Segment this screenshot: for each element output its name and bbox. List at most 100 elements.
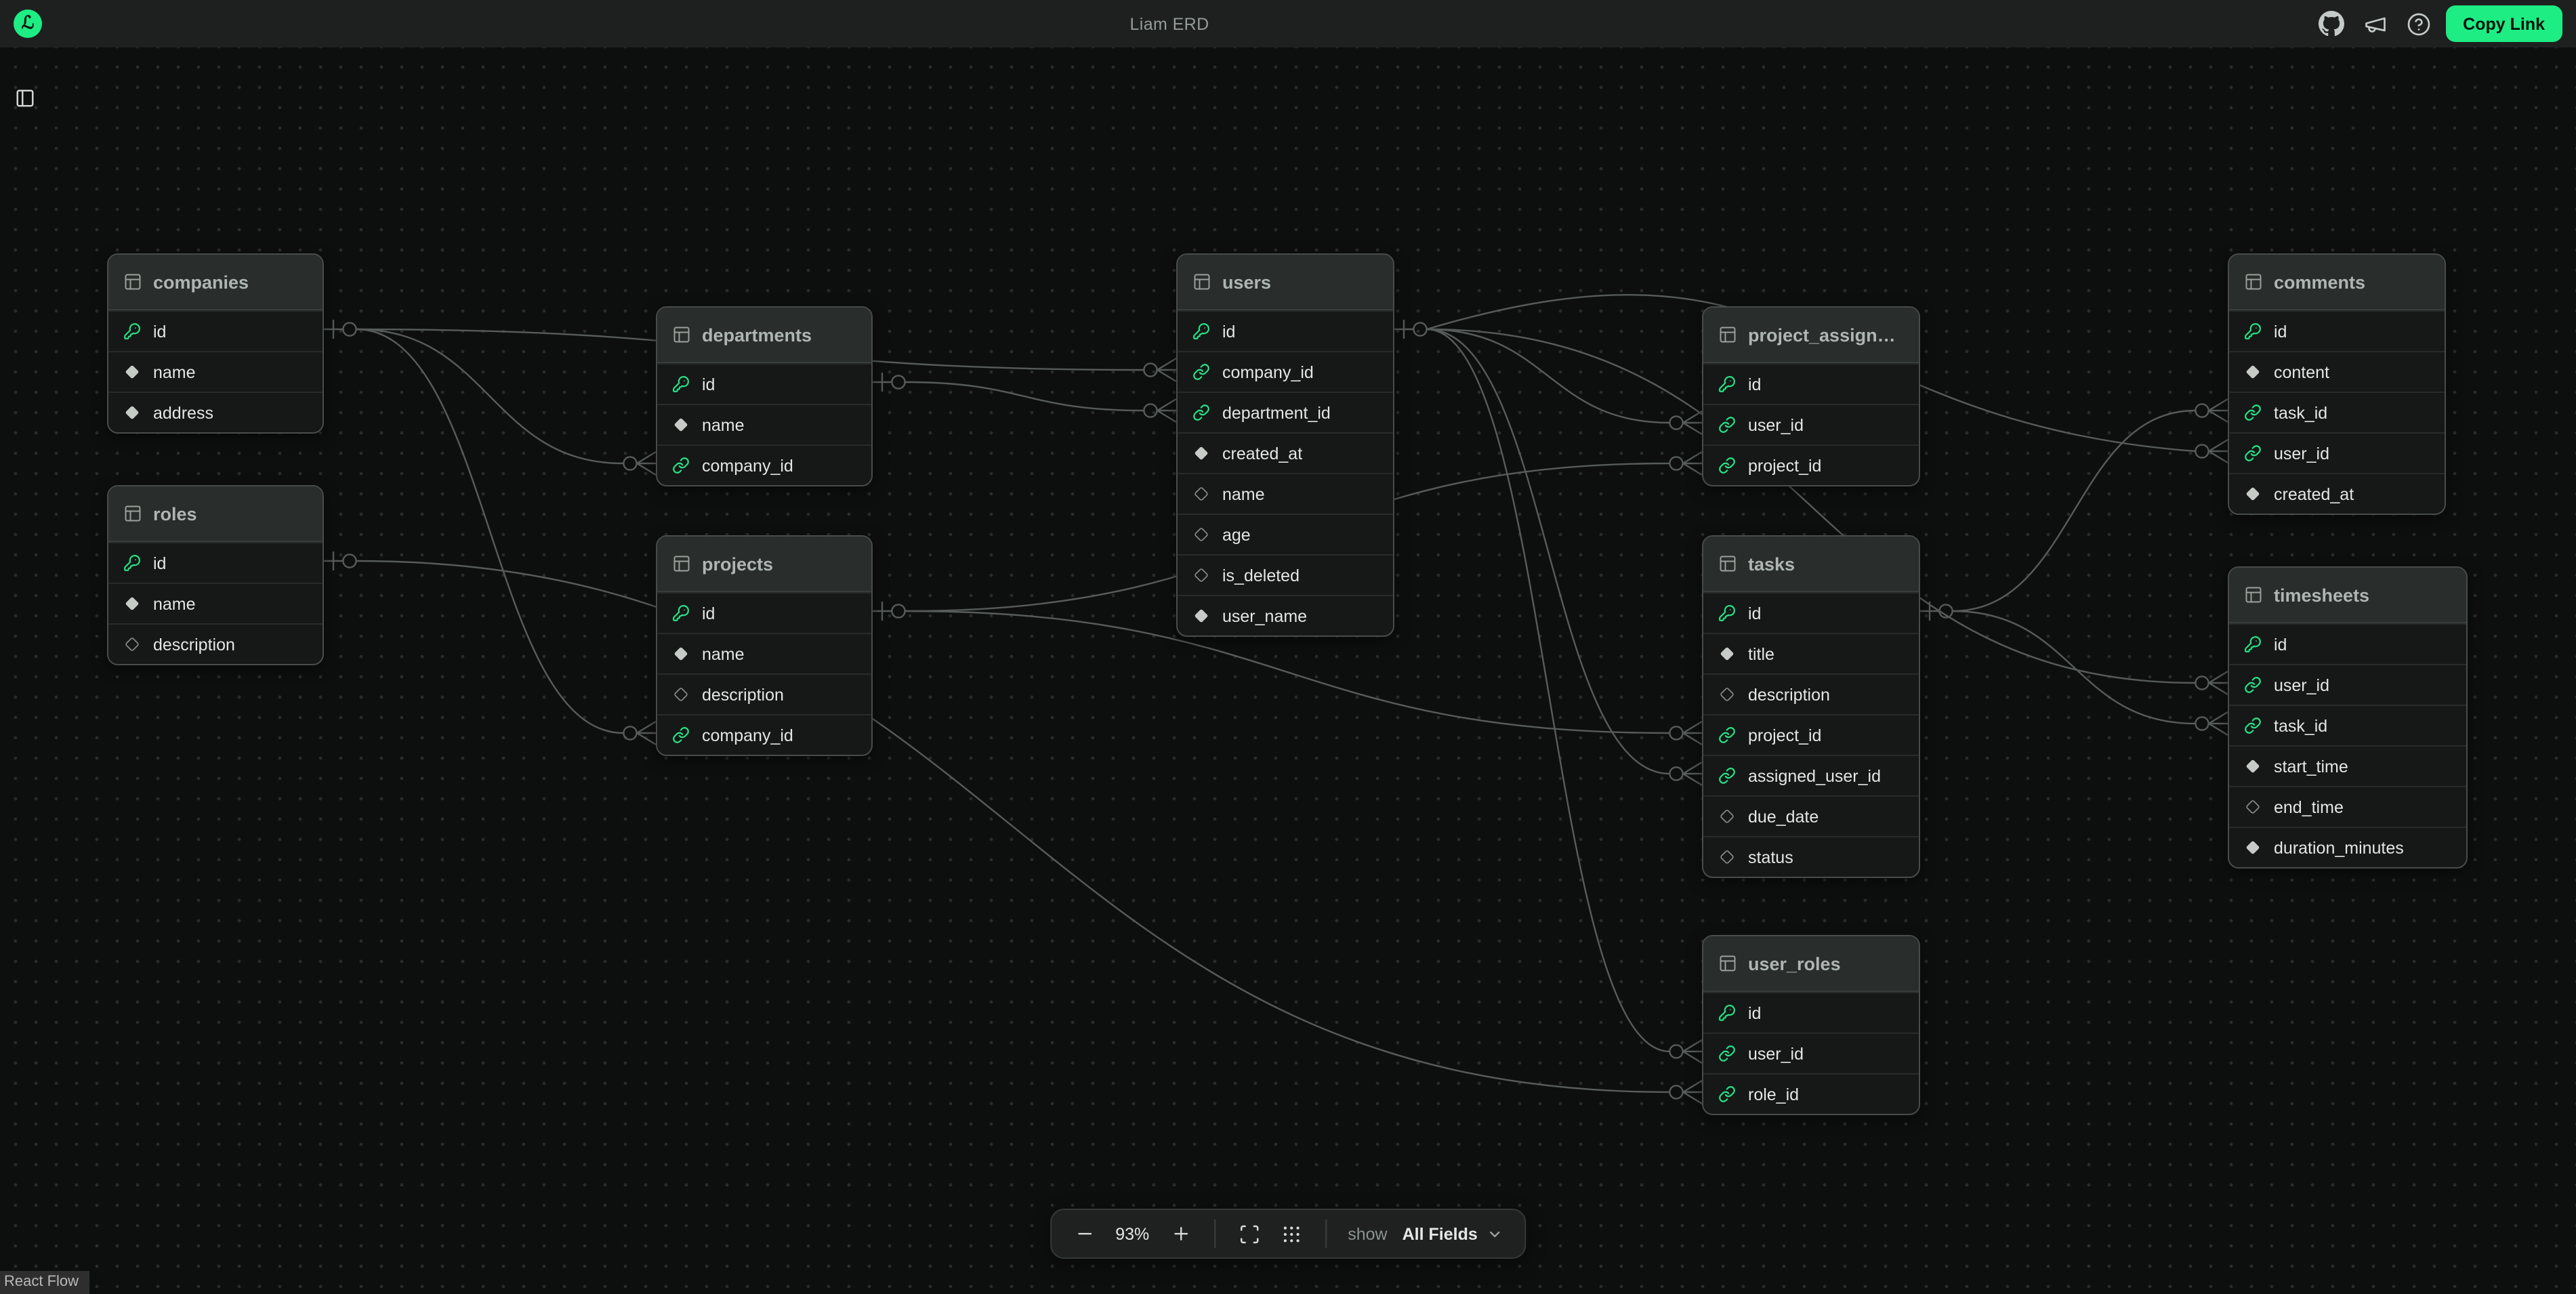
table-icon (672, 325, 691, 344)
field-row-comments-id[interactable]: id (2229, 310, 2445, 351)
field-row-tasks-due_date[interactable]: due_date (1703, 795, 1919, 836)
field-name: user_id (1748, 1044, 1804, 1063)
field-name: id (2274, 635, 2287, 654)
tidy-up-button[interactable] (1276, 1219, 1306, 1249)
primary-key-icon (1718, 1004, 1736, 1022)
field-row-projects-company_id[interactable]: company_id (657, 714, 871, 755)
edge-companies-to-projects-company_id[interactable] (356, 329, 623, 733)
field-name: title (1748, 644, 1774, 663)
field-row-user_roles-role_id[interactable]: role_id (1703, 1073, 1919, 1114)
table-header-user_roles[interactable]: user_roles (1703, 936, 1919, 992)
table-node-users[interactable]: users id company_id department_id create… (1176, 253, 1394, 637)
field-row-companies-name[interactable]: name (108, 351, 323, 392)
field-row-tasks-project_id[interactable]: project_id (1703, 714, 1919, 755)
edge-tasks-to-timesheets-task_id[interactable] (1953, 611, 2195, 724)
table-name: roles (153, 503, 197, 524)
table-node-project_assignments[interactable]: project_assignments id user_id project_i… (1702, 306, 1920, 486)
field-row-comments-user_id[interactable]: user_id (2229, 432, 2445, 473)
field-row-timesheets-task_id[interactable]: task_id (2229, 705, 2466, 745)
field-row-projects-name[interactable]: name (657, 633, 871, 673)
table-node-departments[interactable]: departments id name company_id (656, 306, 873, 486)
field-row-tasks-title[interactable]: title (1703, 633, 1919, 673)
sidebar-toggle-button[interactable] (12, 85, 38, 115)
table-node-timesheets[interactable]: timesheets id user_id task_id start_time… (2228, 566, 2468, 869)
field-row-roles-description[interactable]: description (108, 623, 323, 664)
one-cardinality-marker (324, 551, 356, 570)
field-row-tasks-status[interactable]: status (1703, 836, 1919, 877)
zoom-in-button[interactable] (1166, 1219, 1194, 1248)
announcements-button[interactable] (2359, 7, 2391, 40)
field-row-project_assignments-user_id[interactable]: user_id (1703, 404, 1919, 444)
field-row-users-company_id[interactable]: company_id (1178, 351, 1393, 392)
field-row-projects-id[interactable]: id (657, 592, 871, 633)
table-header-projects[interactable]: projects (657, 537, 871, 592)
table-node-user_roles[interactable]: user_roles id user_id role_id (1702, 935, 1920, 1115)
field-row-users-name[interactable]: name (1178, 473, 1393, 514)
field-row-timesheets-user_id[interactable]: user_id (2229, 664, 2466, 705)
reactflow-attribution[interactable]: React Flow (0, 1271, 89, 1294)
field-row-users-created_at[interactable]: created_at (1178, 432, 1393, 473)
field-row-departments-company_id[interactable]: company_id (657, 444, 871, 485)
field-row-users-id[interactable]: id (1178, 310, 1393, 351)
table-header-project_assignments[interactable]: project_assignments (1703, 308, 1919, 363)
field-row-user_roles-id[interactable]: id (1703, 992, 1919, 1032)
field-row-users-user_name[interactable]: user_name (1178, 595, 1393, 635)
field-row-roles-id[interactable]: id (108, 542, 323, 583)
field-name: name (153, 362, 196, 381)
table-node-companies[interactable]: companies id name address (107, 253, 324, 434)
liam-logo-icon[interactable]: ℒ (14, 9, 42, 38)
table-header-comments[interactable]: comments (2229, 255, 2445, 310)
field-row-departments-name[interactable]: name (657, 404, 871, 444)
fit-view-button[interactable] (1234, 1219, 1264, 1249)
field-row-timesheets-end_time[interactable]: end_time (2229, 786, 2466, 827)
field-row-users-is_deleted[interactable]: is_deleted (1178, 554, 1393, 595)
field-row-roles-name[interactable]: name (108, 583, 323, 623)
table-header-roles[interactable]: roles (108, 486, 323, 542)
field-row-projects-description[interactable]: description (657, 673, 871, 714)
field-row-tasks-description[interactable]: description (1703, 673, 1919, 714)
field-row-user_roles-user_id[interactable]: user_id (1703, 1032, 1919, 1073)
field-row-comments-content[interactable]: content (2229, 351, 2445, 392)
zoom-out-icon (1074, 1224, 1094, 1244)
field-row-companies-id[interactable]: id (108, 310, 323, 351)
table-node-projects[interactable]: projects id name description company_id (656, 535, 873, 756)
table-node-roles[interactable]: roles id name description (107, 485, 324, 665)
edge-users-to-user_roles-user_id[interactable] (1427, 329, 1669, 1051)
field-row-companies-address[interactable]: address (108, 392, 323, 432)
edge-users-to-tasks-assigned_user_id[interactable] (1427, 329, 1669, 774)
field-row-project_assignments-project_id[interactable]: project_id (1703, 444, 1919, 485)
field-row-project_assignments-id[interactable]: id (1703, 363, 1919, 404)
erd-canvas[interactable]: companies id name address roles id name … (0, 47, 2576, 1294)
table-header-users[interactable]: users (1178, 255, 1393, 310)
field-name: id (1748, 604, 1761, 623)
not-null-diamond-icon (2244, 485, 2262, 503)
field-row-tasks-id[interactable]: id (1703, 592, 1919, 633)
field-row-timesheets-id[interactable]: id (2229, 623, 2466, 664)
zoom-out-button[interactable] (1070, 1219, 1098, 1248)
field-row-timesheets-duration_minutes[interactable]: duration_minutes (2229, 827, 2466, 867)
field-row-users-age[interactable]: age (1178, 514, 1393, 554)
table-node-tasks[interactable]: tasks id title description project_id as… (1702, 535, 1920, 878)
edge-roles-to-user_roles-role_id[interactable] (356, 561, 1669, 1092)
field-filter-dropdown[interactable]: All Fields (1400, 1220, 1506, 1247)
table-header-departments[interactable]: departments (657, 308, 871, 363)
edge-departments-to-users-department_id[interactable] (905, 382, 1144, 411)
copy-link-button[interactable]: Copy Link (2445, 5, 2562, 42)
edge-tasks-to-comments-task_id[interactable] (1953, 411, 2195, 611)
field-row-timesheets-start_time[interactable]: start_time (2229, 745, 2466, 786)
help-button[interactable] (2402, 7, 2434, 40)
field-name: id (702, 375, 715, 394)
edge-companies-to-departments-company_id[interactable] (356, 329, 623, 463)
table-header-timesheets[interactable]: timesheets (2229, 568, 2466, 623)
table-header-tasks[interactable]: tasks (1703, 537, 1919, 592)
field-row-comments-task_id[interactable]: task_id (2229, 392, 2445, 432)
not-null-diamond-icon (1718, 645, 1736, 663)
github-button[interactable] (2314, 7, 2348, 41)
field-row-departments-id[interactable]: id (657, 363, 871, 404)
foreign-key-icon (1718, 416, 1736, 434)
field-row-tasks-assigned_user_id[interactable]: assigned_user_id (1703, 755, 1919, 795)
field-row-users-department_id[interactable]: department_id (1178, 392, 1393, 432)
table-node-comments[interactable]: comments id content task_id user_id crea… (2228, 253, 2446, 515)
field-row-comments-created_at[interactable]: created_at (2229, 473, 2445, 514)
table-header-companies[interactable]: companies (108, 255, 323, 310)
